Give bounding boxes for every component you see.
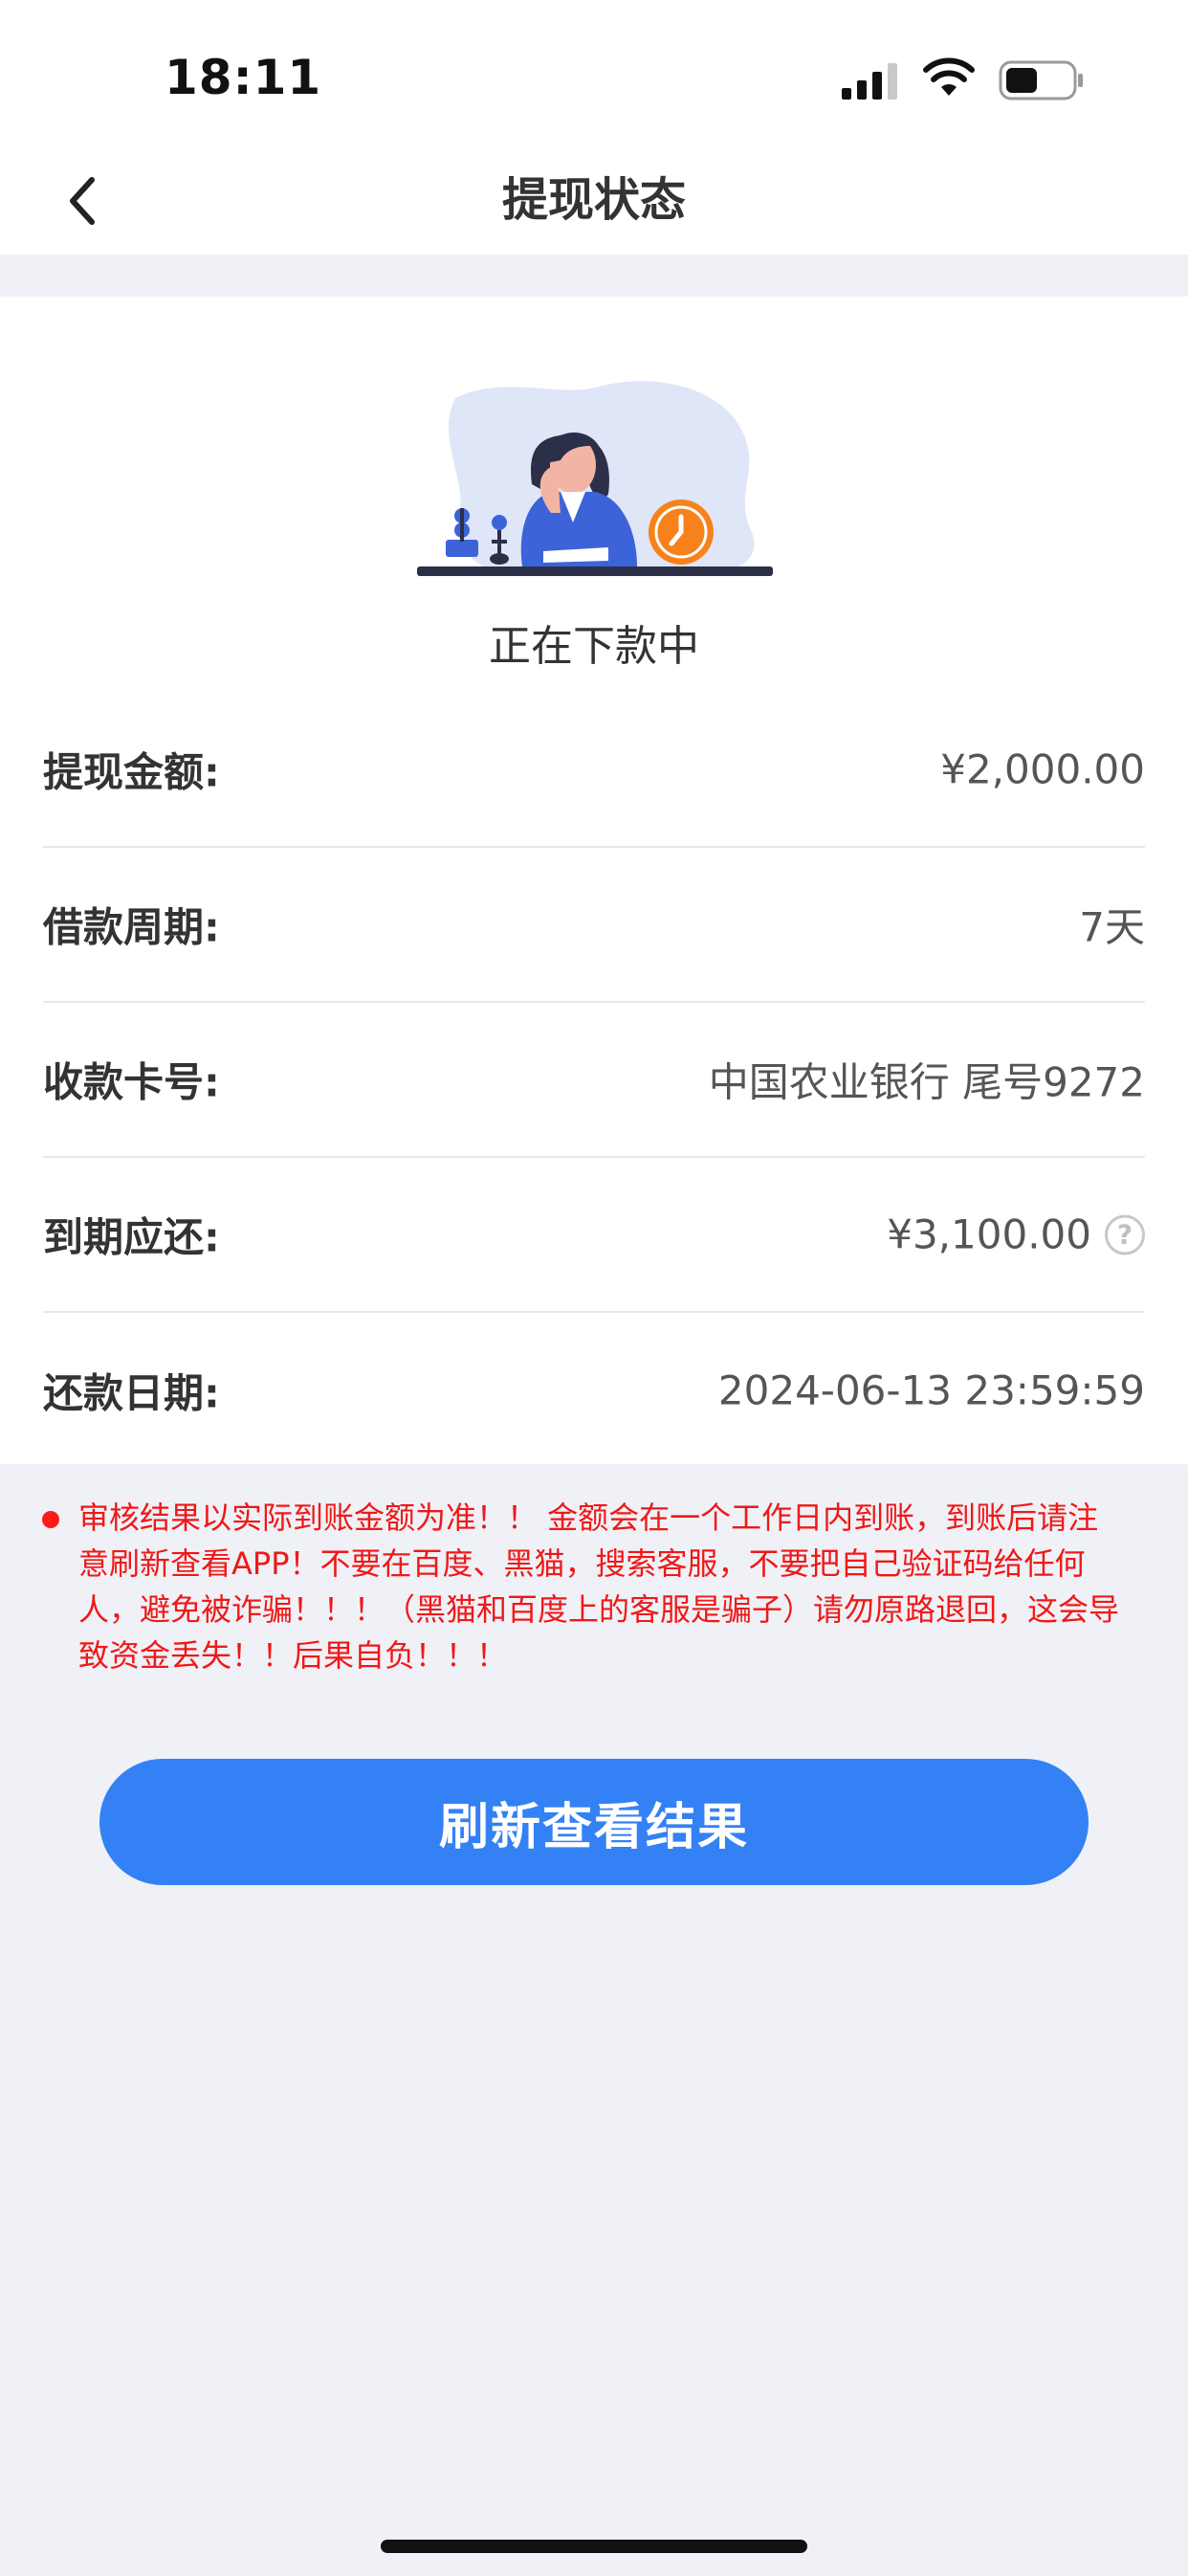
card-number-label: 收款卡号: xyxy=(43,1058,220,1106)
info-row-card: 收款卡号: 中国农业银行 尾号9272 xyxy=(43,1003,1145,1158)
status-card: 正在下款中 提现金额: ¥2,000.00 借款周期: 7天 收款卡号: 中国农… xyxy=(0,297,1188,1464)
notice-text: 审核结果以实际到账金额为准！！ 金额会在一个工作日内到账，到账后请注意刷新查看A… xyxy=(78,1499,1120,1674)
info-row-period: 借款周期: 7天 xyxy=(43,848,1145,1003)
home-indicator[interactable] xyxy=(381,2540,807,2553)
help-icon[interactable]: ? xyxy=(1105,1214,1145,1255)
amount-label: 提现金额: xyxy=(43,748,220,796)
card-number-value: 中国农业银行 尾号9272 xyxy=(708,1058,1145,1106)
info-row-amount: 提现金额: ¥2,000.00 xyxy=(43,693,1145,848)
info-row-due-amount: 到期应还: ¥3,100.00 ? xyxy=(43,1158,1145,1313)
nav-bar: 提现状态 xyxy=(0,153,1188,255)
due-date-label: 还款日期: xyxy=(43,1369,220,1417)
notice-bullet xyxy=(42,1511,59,1528)
battery-icon xyxy=(999,60,1083,100)
info-row-due-date: 还款日期: 2024-06-13 23:59:59 xyxy=(43,1313,1145,1468)
period-label: 借款周期: xyxy=(43,903,220,951)
wifi-icon xyxy=(923,57,975,96)
due-date-value: 2024-06-13 23:59:59 xyxy=(717,1366,1145,1414)
page-title: 提现状态 xyxy=(501,173,686,227)
due-amount-value: ¥3,100.00 ? xyxy=(887,1211,1145,1258)
withdrawal-status-screen: 18:11 提现状态 正在下款中 提现金额: ¥2,000.00 借款周期: 7… xyxy=(0,0,1188,2576)
due-amount-label: 到期应还: xyxy=(43,1213,220,1261)
warning-notice: 审核结果以实际到账金额为准！！ 金额会在一个工作日内到账，到账后请注意刷新查看A… xyxy=(42,1495,1123,1678)
amount-value: ¥2,000.00 xyxy=(940,745,1145,793)
status-text: 正在下款中 xyxy=(489,622,699,671)
period-value: 7天 xyxy=(1079,903,1145,951)
signal-icon xyxy=(842,63,897,100)
status-bar: 18:11 xyxy=(0,0,1188,153)
status-time: 18:11 xyxy=(165,50,322,105)
refresh-result-button[interactable]: 刷新查看结果 xyxy=(99,1759,1089,1885)
woman-waiting-illustration xyxy=(417,381,773,576)
